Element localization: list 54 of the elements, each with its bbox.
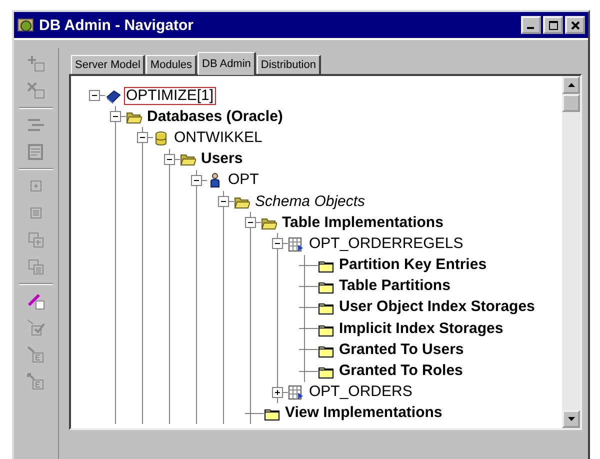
scrollbar[interactable] xyxy=(562,76,580,428)
tree-item[interactable]: Implicit Index Storages xyxy=(337,320,506,338)
tab[interactable]: Distribution xyxy=(256,55,321,74)
tab[interactable]: Modules xyxy=(146,55,197,74)
plus-icon xyxy=(273,388,282,397)
scroll-thumb[interactable] xyxy=(562,94,580,112)
tree-item[interactable]: Databases (Oracle) xyxy=(145,108,285,126)
tree-item[interactable]: OPT_ORDERS xyxy=(307,383,414,402)
tree-item[interactable]: Users xyxy=(199,150,245,168)
collapse-toggle[interactable] xyxy=(218,196,229,208)
tree-item[interactable]: ONTWIKKEL xyxy=(172,128,264,147)
tab[interactable]: Server Model xyxy=(71,55,146,74)
tree-item[interactable]: View Implementations xyxy=(283,404,444,422)
close-icon xyxy=(570,20,580,30)
tree-item[interactable]: OPT_ORDERREGELS xyxy=(307,234,466,253)
maximize-icon xyxy=(548,20,558,30)
collapse-toggle[interactable] xyxy=(164,154,175,165)
tree-item[interactable]: Granted To Users xyxy=(337,340,466,359)
tree-item[interactable]: OPT xyxy=(226,171,261,190)
collapse-toggle[interactable] xyxy=(272,238,283,250)
window-title: DB Admin - Navigator xyxy=(39,16,194,34)
collapse-toggle[interactable] xyxy=(89,90,100,102)
tree-item[interactable]: Table Implementations xyxy=(280,214,446,232)
checkmark-icon xyxy=(26,318,46,338)
up-arrow-icon xyxy=(568,83,574,87)
tree-item[interactable]: Schema Objects xyxy=(253,192,368,211)
app-icon xyxy=(17,17,35,33)
cylinder-icon xyxy=(153,130,169,146)
tab[interactable]: DB Admin xyxy=(198,52,256,75)
tree-item[interactable]: Granted To Roles xyxy=(337,362,465,380)
close-button[interactable] xyxy=(565,16,585,34)
collapse-toggle[interactable] xyxy=(191,174,202,186)
down-arrow-icon xyxy=(568,417,574,421)
collapse-toggle[interactable] xyxy=(137,132,148,144)
tree-item[interactable]: Table Partitions xyxy=(337,277,452,296)
boxes-icon xyxy=(26,230,46,250)
scroll-up-button[interactable] xyxy=(562,76,580,94)
cross-icon xyxy=(26,81,46,101)
scroll-down-button[interactable] xyxy=(562,410,580,428)
sheet-icon xyxy=(26,142,46,162)
book-icon xyxy=(105,88,121,104)
collapse-toggle[interactable] xyxy=(245,217,256,228)
expand-toggle[interactable] xyxy=(272,386,283,398)
tree-item[interactable]: Partition Key Entries xyxy=(337,256,489,274)
tree-item[interactable]: OPTIMIZE[1] xyxy=(124,86,216,105)
maximize-button[interactable] xyxy=(543,16,563,34)
arrow-box-icon xyxy=(26,372,46,392)
minimize-button[interactable] xyxy=(521,16,541,34)
plus-icon xyxy=(26,54,46,74)
tree-item[interactable]: User Object Index Storages xyxy=(337,298,537,316)
collapse-toggle[interactable] xyxy=(110,111,121,122)
boxes-icon xyxy=(26,257,46,277)
arrow-box-icon xyxy=(26,345,46,365)
pencil-icon xyxy=(26,291,46,311)
